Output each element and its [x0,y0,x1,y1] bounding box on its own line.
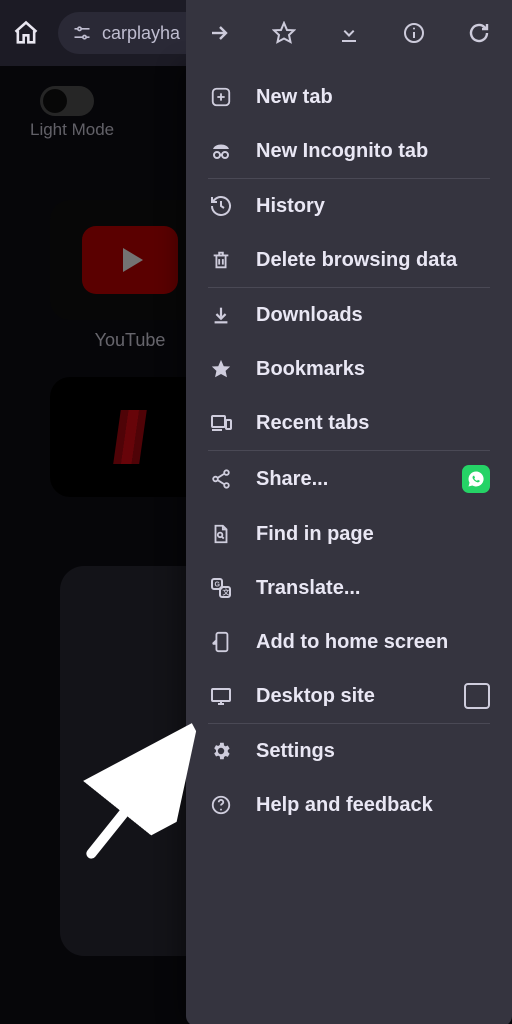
menu-label: New tab [256,86,490,109]
history-icon [208,193,234,219]
menu-label: Add to home screen [256,631,490,654]
forward-icon[interactable] [207,21,231,45]
star-icon[interactable] [272,21,296,45]
menu-share[interactable]: Share... [208,451,490,507]
devices-icon [208,410,234,436]
menu-label: Recent tabs [256,412,490,435]
help-icon [208,792,234,818]
star-filled-icon [208,356,234,382]
menu-body: New tab New Incognito tab History Delete… [186,66,512,836]
menu-help[interactable]: Help and feedback [208,778,490,832]
incognito-icon [208,138,234,164]
menu-label: Translate... [256,577,490,600]
menu-new-tab[interactable]: New tab [208,70,490,124]
menu-label: Find in page [256,523,490,546]
svg-text:G: G [215,582,221,589]
menu-translate[interactable]: G文 Translate... [208,561,490,615]
menu-desktop[interactable]: Desktop site [208,669,490,723]
refresh-icon[interactable] [467,21,491,45]
menu-label: Settings [256,740,490,763]
menu-add-home[interactable]: Add to home screen [208,615,490,669]
menu-label: Downloads [256,304,490,327]
add-to-home-icon [208,629,234,655]
whatsapp-icon [462,465,490,493]
share-icon [208,466,234,492]
download-icon[interactable] [337,21,361,45]
info-icon[interactable] [402,21,426,45]
desktop-icon [208,683,234,709]
menu-bookmarks[interactable]: Bookmarks [208,342,490,396]
menu-delete-data[interactable]: Delete browsing data [208,233,490,287]
menu-find[interactable]: Find in page [208,507,490,561]
trash-icon [208,247,234,273]
menu-label: Bookmarks [256,358,490,381]
menu-history[interactable]: History [208,179,490,233]
overflow-menu: New tab New Incognito tab History Delete… [186,66,512,1024]
home-button[interactable] [4,11,48,55]
menu-label: New Incognito tab [256,140,490,163]
menu-incognito[interactable]: New Incognito tab [208,124,490,178]
svg-text:文: 文 [223,588,231,597]
menu-label: History [256,195,490,218]
url-text: carplayha [102,23,180,44]
menu-downloads[interactable]: Downloads [208,288,490,342]
menu-recent-tabs[interactable]: Recent tabs [208,396,490,450]
menu-toolbar [186,0,512,66]
page-area: Light Mode YouTube Netflix YouTube Music [0,66,512,1024]
menu-settings[interactable]: Settings [208,724,490,778]
gear-icon [208,738,234,764]
menu-label: Desktop site [256,685,442,708]
menu-label: Help and feedback [256,794,490,817]
translate-icon: G文 [208,575,234,601]
plus-box-icon [208,84,234,110]
downloads-icon [208,302,234,328]
menu-label: Delete browsing data [256,249,490,272]
menu-label: Share... [256,468,440,491]
find-in-page-icon [208,521,234,547]
desktop-checkbox[interactable] [464,683,490,709]
